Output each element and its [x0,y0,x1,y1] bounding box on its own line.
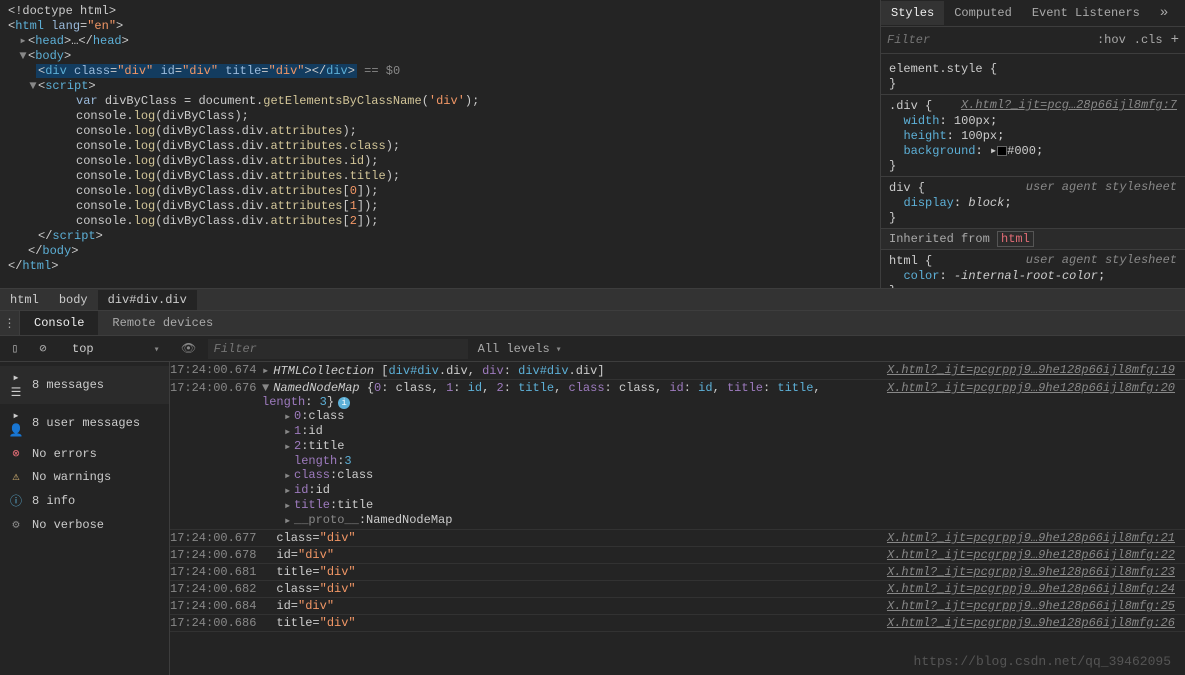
log-source-link[interactable]: X.html?_ijt=pcgrppj9…9he128p66ijl8mfg:23 [877,565,1185,579]
inherited-tag[interactable]: html [997,231,1034,247]
inherited-label: Inherited from [889,232,990,246]
val-display: block [968,196,1004,210]
sidebar-messages[interactable]: ▸ ☰8 messages [0,366,169,404]
sidebar-warnings[interactable]: ⚠No warnings [0,465,169,488]
console-filter-input[interactable] [208,339,468,359]
watermark: https://blog.csdn.net/qq_39462095 [914,654,1171,669]
elements-panel[interactable]: <!doctype html> <html lang="en"> ▸<head>… [0,0,880,288]
element-style-selector[interactable]: element.style { [889,62,997,76]
prop-background[interactable]: background [903,144,975,158]
log-timestamp: 17:24:00.674 [170,363,258,378]
prop-width[interactable]: width [903,114,939,128]
tab-event-listeners[interactable]: Event Listeners [1022,1,1150,25]
tab-remote-devices[interactable]: Remote devices [98,311,227,335]
sidebar-errors-label: No errors [32,447,97,461]
sidebar-info-label: 8 info [32,494,75,508]
cls-toggle[interactable]: .cls [1134,33,1163,47]
sidebar-verbose[interactable]: ⚙No verbose [0,513,169,536]
styles-panel: Styles Computed Event Listeners » :hov .… [880,0,1185,288]
sidebar-info[interactable]: ⓘ8 info [0,488,169,513]
tab-console[interactable]: Console [20,311,98,335]
live-expression-icon[interactable]: 👁 [180,341,198,356]
console-log-area[interactable]: 17:24:00.674 ▸HTMLCollection [div#div.di… [170,362,1185,675]
sidebar-warnings-label: No warnings [32,470,111,484]
prop-color: color [903,269,939,283]
breadcrumb: html body div#div.div [0,288,1185,310]
prop-display: display [903,196,953,210]
log-timestamp: 17:24:00.676 [170,381,258,395]
breadcrumb-html[interactable]: html [0,290,49,310]
source-link[interactable]: X.html?_ijt=pcg…28p66ijl8mfg:7 [961,98,1177,112]
log-levels-dropdown[interactable]: All levels [478,342,562,356]
log-source-link[interactable]: X.html?_ijt=pcgrppj9…9he128p66ijl8mfg:19 [877,363,1185,378]
log-source-link[interactable]: X.html?_ijt=pcgrppj9…9he128p66ijl8mfg:25 [877,599,1185,613]
info-badge-icon[interactable]: i [338,397,350,409]
log-source-link[interactable]: X.html?_ijt=pcgrppj9…9he128p66ijl8mfg:20 [877,381,1185,395]
styles-filter-input[interactable] [887,33,1089,47]
sidebar-messages-label: 8 messages [32,378,104,392]
color-swatch[interactable] [997,146,1007,156]
new-style-rule-icon[interactable]: + [1171,32,1179,48]
val-color: -internal-root-color [954,269,1098,283]
val-width[interactable]: 100px [954,114,990,128]
hov-toggle[interactable]: :hov [1097,33,1126,47]
selected-element[interactable]: <div class="div" id="div" title="div"></… [36,64,357,78]
breadcrumb-current[interactable]: div#div.div [98,290,197,310]
user-agent-label-2: user agent stylesheet [1026,253,1177,267]
sidebar-toggle-icon[interactable]: ▯ [6,341,24,356]
log-timestamp: 17:24:00.686 [170,616,258,630]
log-timestamp: 17:24:00.681 [170,565,258,579]
clear-console-icon[interactable]: ⊘ [34,341,52,356]
sidebar-user-messages[interactable]: ▸ 👤8 user messages [0,404,169,442]
log-timestamp: 17:24:00.677 [170,531,258,545]
tab-computed[interactable]: Computed [944,1,1022,25]
sidebar-user-label: 8 user messages [32,416,140,430]
prop-height[interactable]: height [903,129,946,143]
val-height[interactable]: 100px [961,129,997,143]
lang-value: "en" [87,19,116,33]
eq-zero: == $0 [364,64,400,78]
log-source-link[interactable]: X.html?_ijt=pcgrppj9…9he128p66ijl8mfg:21 [877,531,1185,545]
console-drawer-icon[interactable]: ⋮ [0,311,20,335]
user-agent-label: user agent stylesheet [1026,180,1177,194]
log-timestamp: 17:24:00.682 [170,582,258,596]
log-timestamp: 17:24:00.678 [170,548,258,562]
tab-styles[interactable]: Styles [881,1,944,25]
val-background[interactable]: #000 [1007,144,1036,158]
more-tabs-icon[interactable]: » [1150,5,1178,21]
console-sidebar: ▸ ☰8 messages ▸ 👤8 user messages ⊗No err… [0,362,170,675]
div-class-selector[interactable]: .div { [889,99,932,113]
div-ua-selector: div { [889,181,925,195]
html-selector: html { [889,254,932,268]
sidebar-verbose-label: No verbose [32,518,104,532]
breadcrumb-body[interactable]: body [49,290,98,310]
log-source-link[interactable]: X.html?_ijt=pcgrppj9…9he128p66ijl8mfg:24 [877,582,1185,596]
log-source-link[interactable]: X.html?_ijt=pcgrppj9…9he128p66ijl8mfg:26 [877,616,1185,630]
sidebar-errors[interactable]: ⊗No errors [0,442,169,465]
log-source-link[interactable]: X.html?_ijt=pcgrppj9…9he128p66ijl8mfg:22 [877,548,1185,562]
context-dropdown[interactable]: top [62,342,170,356]
log-timestamp: 17:24:00.684 [170,599,258,613]
